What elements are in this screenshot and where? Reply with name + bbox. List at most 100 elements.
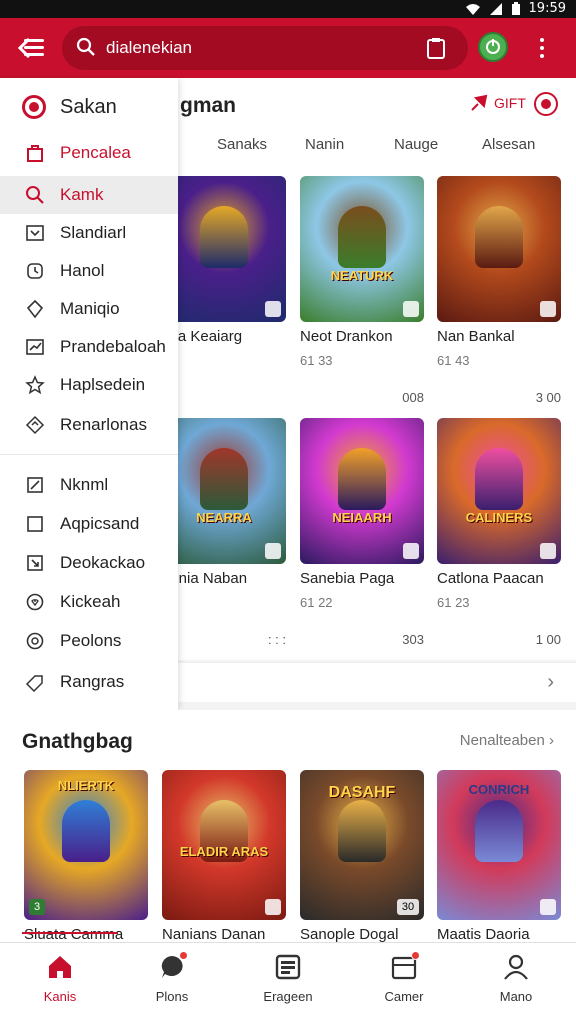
- notification-dot: [411, 951, 420, 960]
- nav-profile[interactable]: Mano: [461, 953, 571, 1015]
- hero-figure: [338, 206, 386, 268]
- game-extra: : : :: [267, 632, 286, 647]
- back-arrow-icon: [18, 38, 30, 58]
- gift-label: GIFT: [494, 95, 526, 111]
- game-cover: ELADIR ARAS: [162, 770, 286, 920]
- cover-title: CONRICH: [468, 782, 530, 797]
- game-title: Sluata Camma: [24, 926, 124, 943]
- game-card[interactable]: CALINERS Catlona Paacan 61 23 1 00: [437, 418, 561, 647]
- nav-cart[interactable]: Camer: [349, 951, 459, 1015]
- drawer-item-13[interactable]: Rangras: [0, 663, 178, 701]
- drawer-title: Sakan: [60, 95, 117, 118]
- clipboard-icon[interactable]: [426, 37, 446, 59]
- cover-badge: [265, 899, 281, 915]
- drawer-item-10[interactable]: Deokackao: [0, 544, 178, 582]
- power-icon: [486, 39, 500, 54]
- nav-home[interactable]: Kanis: [5, 953, 115, 1015]
- nav-label: Kanis: [43, 989, 77, 1004]
- cover-badge: [403, 543, 419, 559]
- drawer-item-12[interactable]: Peolons: [0, 622, 178, 660]
- tab-1[interactable]: Nanin: [305, 136, 344, 153]
- cover-badge: [540, 301, 556, 317]
- drawer-item-label: Haplsedein: [60, 375, 146, 394]
- game-price: 3 00: [535, 390, 561, 405]
- hero-figure: [62, 800, 110, 862]
- game-card[interactable]: Nan Bankal 61 43 3 00: [437, 176, 561, 405]
- drawer-item-label: Rangras: [60, 672, 125, 691]
- featured-card[interactable]: CONRICH Maatis Daoria: [437, 770, 561, 943]
- featured-card[interactable]: NLIERTK 3 Sluata Camma: [24, 770, 148, 943]
- search-input[interactable]: dialenekian: [62, 26, 468, 70]
- drawer-item-7[interactable]: Renarlonas: [0, 406, 178, 444]
- drawer-item-6[interactable]: Haplsedein: [0, 366, 178, 404]
- cart-icon: [390, 951, 420, 981]
- cover-badge: [265, 543, 281, 559]
- app-bar: dialenekian: [0, 18, 576, 78]
- cover-title: NEIAARH: [332, 510, 392, 525]
- status-circle-button[interactable]: [478, 32, 508, 62]
- nav-label: Plons: [155, 989, 189, 1004]
- drawer-item-label: Pencalea: [60, 143, 131, 162]
- drawer-item-label: Slandiarl: [60, 223, 127, 242]
- drawer-item-label: Nknml: [60, 475, 109, 494]
- game-title: Maatis Daoria: [437, 926, 530, 943]
- tab-3[interactable]: Alsesan: [482, 136, 535, 153]
- nav-list[interactable]: Erageen: [233, 953, 343, 1015]
- screen: 19:59 dialenekian gman GIFT Sanaks Nanin…: [0, 0, 576, 1024]
- drawer-item-8[interactable]: Nknml: [0, 466, 178, 504]
- drawer-item-0[interactable]: Pencalea: [0, 134, 178, 172]
- drawer-item-5[interactable]: Prandebaloah: [0, 328, 178, 366]
- status-icons: 19:59: [465, 1, 566, 16]
- game-card[interactable]: aka Keaiarg 06: [162, 176, 286, 368]
- see-all-link[interactable]: Nenalteaben ›: [460, 732, 554, 749]
- game-cover: CALINERS: [437, 418, 561, 564]
- featured-card[interactable]: ELADIR ARAS Nanians Danan: [162, 770, 286, 943]
- tab-2[interactable]: Nauge: [394, 136, 438, 153]
- game-card[interactable]: NEIAARH Sanebia Paga 61 22 303: [300, 418, 424, 647]
- search-icon: [76, 37, 95, 56]
- drawer-item-4[interactable]: Maniqio: [0, 290, 178, 328]
- drawer-item-2[interactable]: Slandiarl: [0, 214, 178, 252]
- cover-title: CALINERS: [465, 510, 533, 525]
- featured-card[interactable]: DASAHF 30 Sanople Dogal: [300, 770, 424, 943]
- see-all-label: Nenalteaben: [459, 732, 545, 749]
- game-title: Nan Bankal: [437, 328, 515, 345]
- game-cover: NEATURK: [300, 176, 424, 322]
- more-options-icon[interactable]: [536, 36, 548, 60]
- bottom-navigation: Kanis Plons Erageen Camer Mano: [0, 942, 576, 1024]
- drawer-header: Sakan: [22, 92, 117, 122]
- nav-chat[interactable]: Plons: [117, 951, 227, 1015]
- record-icon[interactable]: [534, 92, 558, 116]
- drawer-item-9[interactable]: Aqpicsand: [0, 505, 178, 543]
- cover-badge: [265, 301, 281, 317]
- home-icon: [49, 956, 71, 978]
- game-card[interactable]: NEATURK Neot Drankon 61 33 008: [300, 176, 424, 405]
- drawer-item-1[interactable]: Kamk: [0, 176, 178, 214]
- brand-logo-icon: [22, 95, 46, 119]
- drawer-item-label: Kickeah: [60, 592, 121, 611]
- chart-box-icon: [26, 339, 44, 355]
- game-cover: CONRICH: [437, 770, 561, 920]
- gift-button[interactable]: GIFT: [470, 94, 526, 112]
- navigation-drawer: Sakan Pencalea Kamk Slandiarl Hanol Mani…: [0, 78, 178, 710]
- drawer-item-label: Aqpicsand: [60, 514, 140, 533]
- hero-figure: [475, 206, 523, 268]
- cover-title: NEATURK: [330, 268, 394, 283]
- drawer-item-11[interactable]: Kickeah: [0, 583, 178, 621]
- back-menu-button[interactable]: [18, 36, 48, 60]
- nav-label: Mano: [499, 989, 533, 1004]
- clock-icon: [27, 263, 43, 279]
- hero-figure: [338, 800, 386, 862]
- game-rating: 61 33: [300, 353, 333, 368]
- tab-0[interactable]: Sanaks: [217, 136, 267, 153]
- cover-badge: [540, 543, 556, 559]
- chevron-right-icon: ›: [547, 671, 554, 693]
- person-icon: [504, 954, 528, 980]
- drawer-item-3[interactable]: Hanol: [0, 252, 178, 290]
- cover-badge: 3: [29, 899, 45, 915]
- drawer-item-label: Hanol: [60, 261, 105, 280]
- chevron-right-icon: ›: [549, 732, 554, 749]
- game-cover: NEIAARH: [300, 418, 424, 564]
- heart-icon: [26, 593, 44, 611]
- game-card[interactable]: NEARRA aenia Naban 06 : : :: [162, 418, 286, 647]
